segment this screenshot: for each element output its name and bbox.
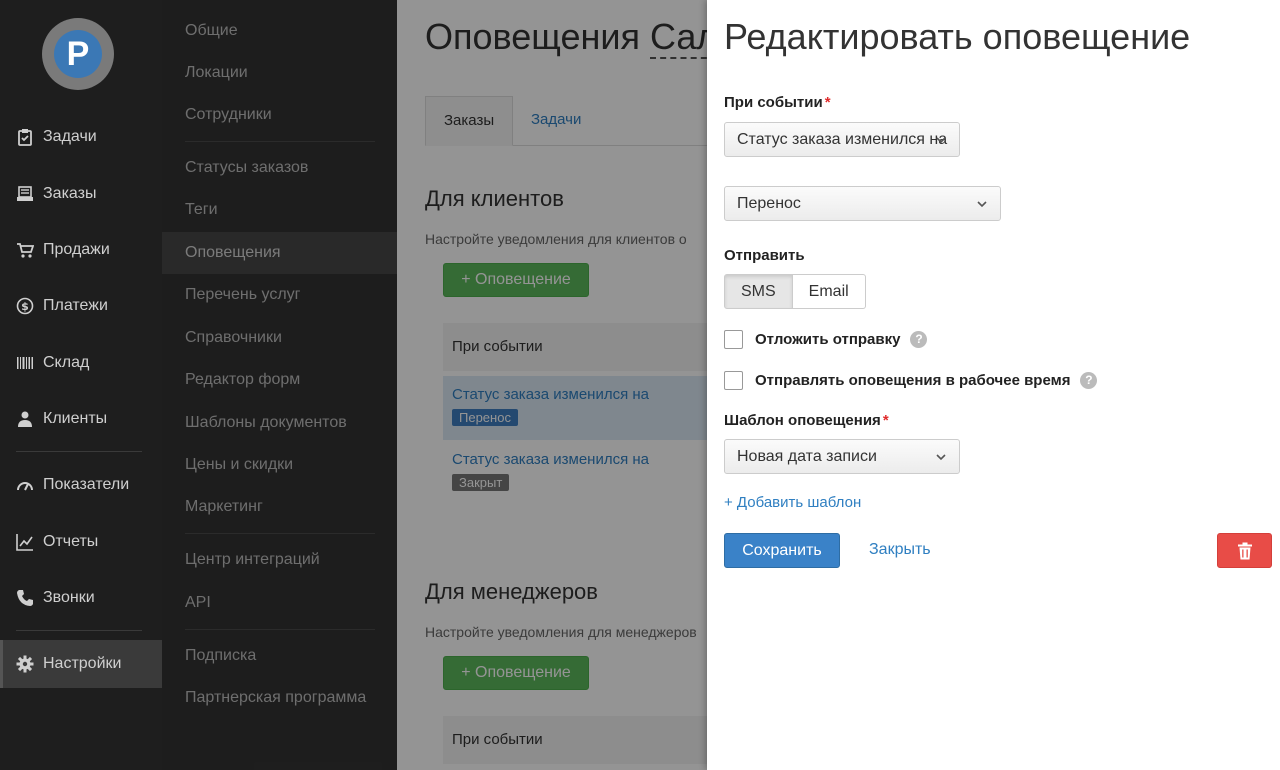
- help-icon[interactable]: ?: [1080, 371, 1098, 389]
- send-sms-button[interactable]: SMS: [724, 274, 793, 309]
- add-template-link[interactable]: + Добавить шаблон: [724, 494, 861, 511]
- template-select[interactable]: Новая дата записи: [724, 439, 960, 474]
- nav-item-label: Склад: [43, 354, 90, 371]
- send-field-label: Отправить: [724, 247, 805, 264]
- worktime-send-label: Отправлять оповещения в рабочее время: [755, 371, 1071, 389]
- logo-letter: P: [66, 35, 90, 73]
- chevron-down-icon: [936, 137, 946, 144]
- delay-send-label: Отложить отправку: [755, 330, 901, 348]
- send-channel-toggle: SMS Email: [724, 274, 866, 309]
- line-chart-icon: [16, 533, 34, 551]
- app-logo[interactable]: P: [42, 18, 114, 90]
- nav-item-label: Платежи: [43, 297, 108, 314]
- worktime-send-option[interactable]: Отправлять оповещения в рабочее время ?: [724, 370, 1098, 390]
- inbox-tray-icon: [16, 185, 34, 203]
- nav-item-payments[interactable]: $ Платежи: [0, 282, 162, 330]
- chevron-down-icon: [936, 454, 946, 461]
- nav-item-clients[interactable]: Клиенты: [0, 395, 162, 443]
- dollar-coin-icon: $: [16, 297, 34, 315]
- required-mark: *: [824, 94, 831, 111]
- edit-notification-panel: Редактировать оповещение При событии * Ст…: [707, 0, 1280, 770]
- help-icon[interactable]: ?: [910, 330, 928, 348]
- gauge-icon: [16, 476, 34, 494]
- panel-title: Редактировать оповещение: [724, 16, 1191, 57]
- send-email-button[interactable]: Email: [792, 274, 866, 309]
- status-select-value: Перенос: [737, 195, 801, 212]
- nav-item-label: Отчеты: [43, 533, 99, 550]
- nav-item-label: Продажи: [43, 241, 110, 258]
- main-sidebar: P Задачи Заказы Продажи $ Платежи Склад: [0, 0, 162, 770]
- nav-item-label: Настройки: [43, 655, 122, 672]
- delay-send-option[interactable]: Отложить отправку ?: [724, 329, 928, 349]
- barcode-icon: [16, 354, 34, 372]
- nav-item-label: Показатели: [43, 476, 130, 493]
- nav-item-metrics[interactable]: Показатели: [0, 461, 162, 509]
- gear-icon: [16, 655, 34, 673]
- clipboard-check-icon: [16, 128, 34, 146]
- nav-item-reports[interactable]: Отчеты: [0, 518, 162, 566]
- close-link[interactable]: Закрыть: [869, 541, 931, 559]
- template-select-value: Новая дата записи: [737, 448, 877, 465]
- logo-circle: P: [54, 30, 102, 78]
- nav-item-label: Звонки: [43, 589, 95, 606]
- event-field-label: При событии *: [724, 94, 831, 111]
- user-icon: [16, 410, 34, 428]
- nav-item-sales[interactable]: Продажи: [0, 226, 162, 274]
- event-label-text: При событии: [724, 94, 823, 111]
- delete-button[interactable]: [1217, 533, 1272, 568]
- template-field-label: Шаблон оповещения *: [724, 412, 889, 429]
- nav-item-warehouse[interactable]: Склад: [0, 339, 162, 387]
- nav-item-label: Задачи: [43, 128, 97, 145]
- worktime-send-checkbox[interactable]: [724, 370, 743, 390]
- save-button[interactable]: Сохранить: [724, 533, 840, 568]
- phone-icon: [16, 589, 34, 607]
- required-mark: *: [882, 412, 889, 429]
- nav-divider: [16, 630, 142, 631]
- status-select[interactable]: Перенос: [724, 186, 1001, 221]
- chevron-down-icon: [977, 201, 987, 208]
- delay-send-checkbox[interactable]: [724, 329, 743, 349]
- shopping-cart-icon: [16, 241, 34, 259]
- trash-icon: [1237, 542, 1252, 559]
- nav-item-label: Клиенты: [43, 410, 108, 427]
- nav-item-calls[interactable]: Звонки: [0, 574, 162, 622]
- nav-item-label: Заказы: [43, 185, 97, 202]
- nav-divider: [16, 451, 142, 452]
- nav-item-orders[interactable]: Заказы: [0, 170, 162, 218]
- modal-backdrop[interactable]: [162, 0, 707, 770]
- template-label-text: Шаблон оповещения: [724, 412, 881, 429]
- svg-text:$: $: [21, 300, 29, 313]
- nav-item-tasks[interactable]: Задачи: [0, 113, 162, 161]
- event-select[interactable]: Статус заказа изменился на: [724, 122, 960, 157]
- event-select-value: Статус заказа изменился на: [737, 131, 948, 148]
- nav-item-settings[interactable]: Настройки: [0, 640, 162, 688]
